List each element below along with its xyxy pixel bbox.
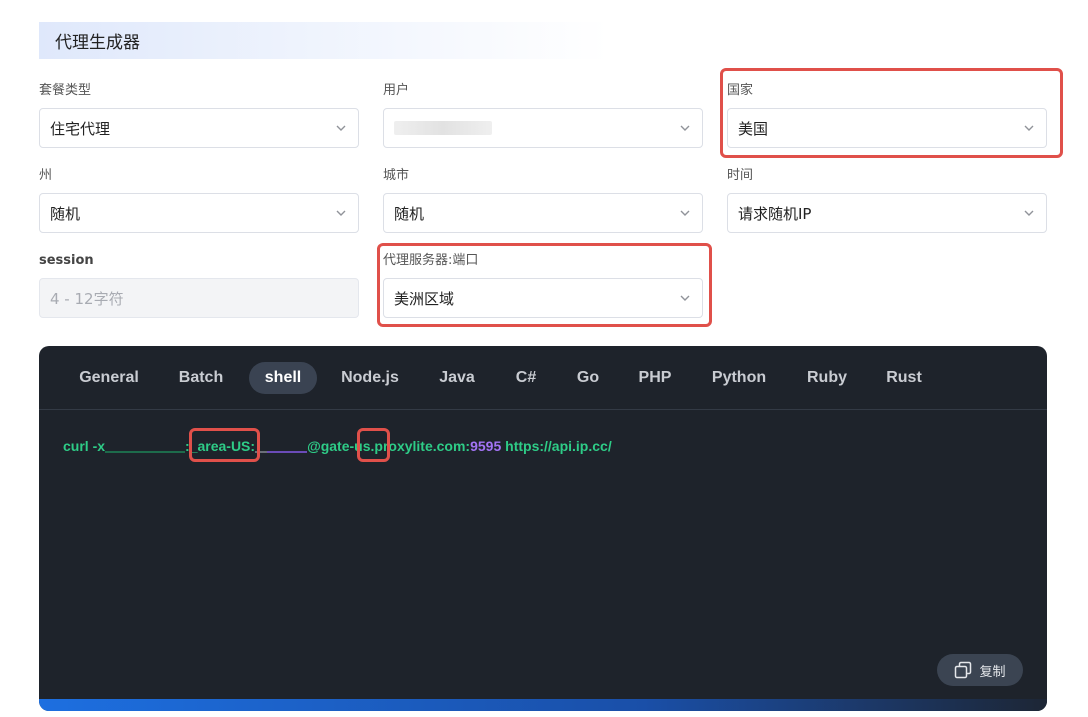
city-label: 城市 — [383, 168, 410, 183]
chevron-down-icon — [336, 125, 346, 131]
package-type-select[interactable]: 住宅代理 — [39, 108, 359, 148]
session-label: session — [39, 253, 94, 268]
proxy-server-value: 美洲区域 — [394, 289, 455, 308]
page-title-text: 代理生成器 — [55, 33, 140, 53]
city-value: 随机 — [394, 204, 425, 223]
tab-general[interactable]: General — [67, 362, 151, 394]
copy-button[interactable]: 复制 — [937, 654, 1023, 686]
redacted-password — [267, 451, 308, 453]
state-value: 随机 — [50, 204, 81, 223]
tab-ruby[interactable]: Ruby — [797, 362, 857, 394]
package-type-value: 住宅代理 — [50, 119, 111, 138]
chevron-down-icon — [1024, 210, 1034, 216]
chevron-down-icon — [680, 210, 690, 216]
code-area: _area-US — [189, 438, 251, 454]
session-field: session 4 - 12字符 — [39, 252, 359, 318]
code-url: https://api.ip.cc/ — [501, 438, 612, 454]
proxy-server-field: 代理服务器:端口 美洲区域 — [383, 252, 703, 318]
session-input[interactable]: 4 - 12字符 — [39, 278, 359, 318]
proxy-server-label: 代理服务器:端口 — [383, 253, 479, 268]
code-cmd: curl -x — [63, 438, 106, 454]
chevron-down-icon — [680, 295, 690, 301]
language-tabs: General Batch shell Node.js Java C# Go P… — [39, 346, 1047, 410]
time-label: 时间 — [727, 168, 754, 183]
chevron-down-icon — [336, 210, 346, 216]
time-field: 时间 请求随机IP — [727, 167, 1047, 233]
package-type-label: 套餐类型 — [39, 83, 92, 98]
user-select[interactable] — [383, 108, 703, 148]
city-select[interactable]: 随机 — [383, 193, 703, 233]
code-panel: General Batch shell Node.js Java C# Go P… — [39, 346, 1047, 711]
code-host-prefix: @gate — [307, 438, 350, 454]
user-field: 用户 — [383, 82, 703, 148]
tab-go[interactable]: Go — [567, 362, 609, 394]
tab-php[interactable]: PHP — [627, 362, 683, 394]
time-value: 请求随机IP — [738, 204, 812, 223]
redacted-username — [105, 451, 186, 453]
time-select[interactable]: 请求随机IP — [727, 193, 1047, 233]
user-label: 用户 — [383, 83, 410, 98]
code-snippet: curl -x : _area-US : @gate -us .proxylit… — [63, 436, 612, 456]
chevron-down-icon — [680, 125, 690, 131]
page-title: 代理生成器 — [39, 22, 609, 59]
code-host-suffix: .proxylite.com: — [370, 438, 471, 454]
tab-rust[interactable]: Rust — [877, 362, 931, 394]
copy-icon — [955, 661, 972, 679]
tab-python[interactable]: Python — [701, 362, 777, 394]
tab-batch[interactable]: Batch — [165, 362, 237, 394]
tab-java[interactable]: Java — [427, 362, 487, 394]
copy-label: 复制 — [979, 664, 1006, 680]
bottom-accent-bar — [39, 699, 1047, 711]
country-select[interactable]: 美国 — [727, 108, 1047, 148]
redacted-separator — [255, 451, 268, 453]
user-value-redacted — [394, 121, 492, 135]
state-label: 州 — [39, 168, 53, 183]
session-placeholder: 4 - 12字符 — [50, 289, 124, 308]
city-field: 城市 随机 — [383, 167, 703, 233]
state-field: 州 随机 — [39, 167, 359, 233]
tab-nodejs[interactable]: Node.js — [331, 362, 409, 394]
tab-csharp[interactable]: C# — [505, 362, 547, 394]
chevron-down-icon — [1024, 125, 1034, 131]
proxy-server-select[interactable]: 美洲区域 — [383, 278, 703, 318]
state-select[interactable]: 随机 — [39, 193, 359, 233]
country-field: 国家 美国 — [727, 82, 1047, 148]
code-region: -us — [349, 438, 371, 454]
country-value: 美国 — [738, 119, 769, 138]
tab-shell[interactable]: shell — [249, 362, 317, 394]
package-type-field: 套餐类型 住宅代理 — [39, 82, 359, 148]
code-port: 9595 — [470, 438, 502, 454]
country-label: 国家 — [727, 83, 754, 98]
